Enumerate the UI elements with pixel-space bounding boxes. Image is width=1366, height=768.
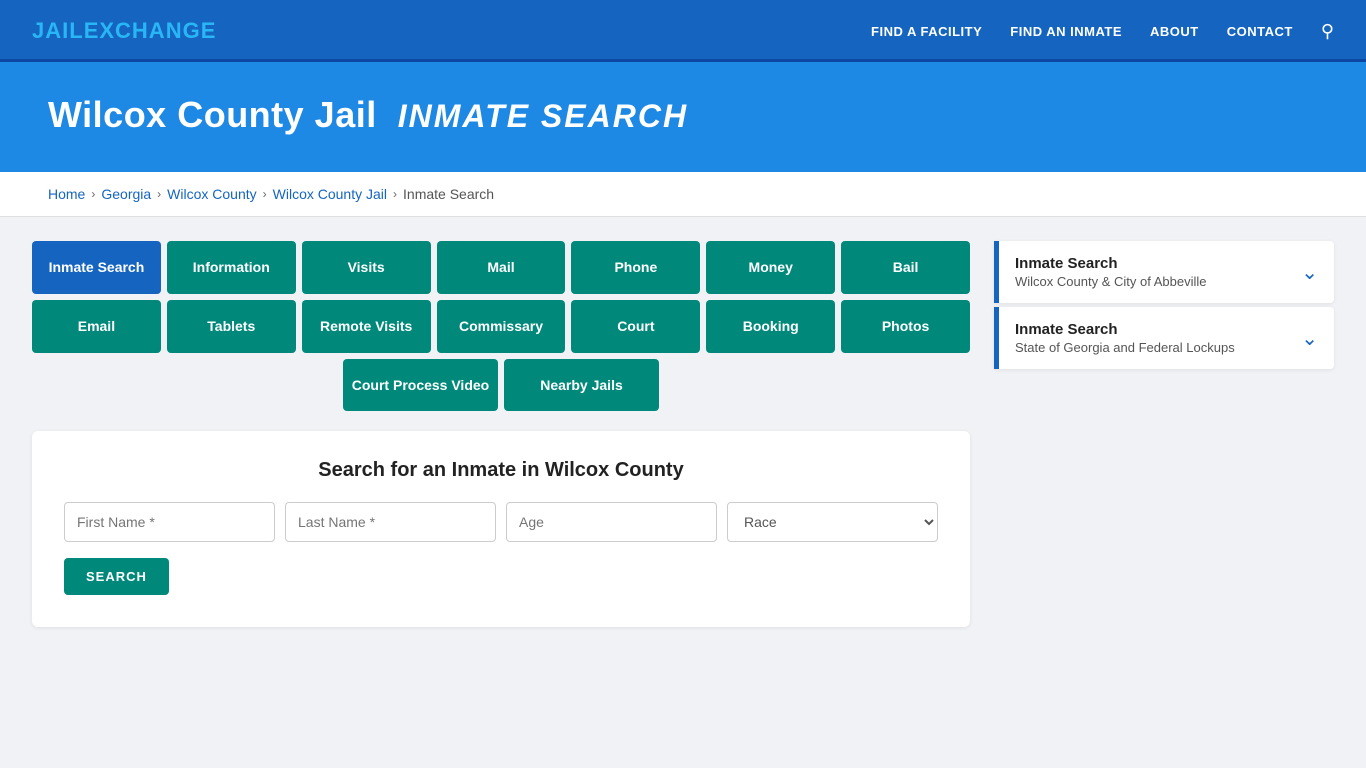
breadcrumb-georgia[interactable]: Georgia [101,186,151,202]
contact-link[interactable]: CONTACT [1227,24,1293,39]
search-icon[interactable]: ⚲ [1321,21,1334,42]
tab-email[interactable]: Email [32,300,161,353]
breadcrumb: Home › Georgia › Wilcox County › Wilcox … [0,172,1366,217]
tab-commissary[interactable]: Commissary [437,300,566,353]
search-button[interactable]: SEARCH [64,558,169,595]
search-form-title: Search for an Inmate in Wilcox County [64,459,938,482]
tab-booking[interactable]: Booking [706,300,835,353]
tab-court[interactable]: Court [571,300,700,353]
first-name-input[interactable] [64,502,275,542]
sep-4: › [393,187,397,201]
breadcrumb-wilcox-county[interactable]: Wilcox County [167,186,256,202]
find-inmate-link[interactable]: FIND AN INMATE [1010,24,1122,39]
breadcrumb-wilcox-jail[interactable]: Wilcox County Jail [273,186,387,202]
tab-photos[interactable]: Photos [841,300,970,353]
navbar: JAILEXCHANGE FIND A FACILITY FIND AN INM… [0,0,1366,62]
sep-1: › [91,187,95,201]
chevron-down-icon: ⌄ [1301,260,1318,285]
sidebar-card-georgia-title: Inmate Search [1015,321,1235,338]
age-input[interactable] [506,502,717,542]
search-form: Search for an Inmate in Wilcox County Ra… [32,431,970,627]
tab-inmate-search[interactable]: Inmate Search [32,241,161,294]
sep-2: › [157,187,161,201]
chevron-down-icon-2: ⌄ [1301,326,1318,351]
tab-visits[interactable]: Visits [302,241,431,294]
tab-tablets[interactable]: Tablets [167,300,296,353]
sidebar-card-georgia[interactable]: Inmate Search State of Georgia and Feder… [994,307,1334,369]
left-panel: Inmate Search Information Visits Mail Ph… [32,241,970,627]
last-name-input[interactable] [285,502,496,542]
find-facility-link[interactable]: FIND A FACILITY [871,24,982,39]
tab-bail[interactable]: Bail [841,241,970,294]
breadcrumb-current: Inmate Search [403,186,494,202]
tab-information[interactable]: Information [167,241,296,294]
brand-part2: EXCHANGE [84,18,217,43]
sidebar-card-georgia-sub: State of Georgia and Federal Lockups [1015,340,1235,355]
tab-court-process-video[interactable]: Court Process Video [343,359,498,412]
hero-subtitle: INMATE SEARCH [398,98,688,134]
tab-money[interactable]: Money [706,241,835,294]
nav-links: FIND A FACILITY FIND AN INMATE ABOUT CON… [871,21,1334,42]
sidebar-card-wilcox-sub: Wilcox County & City of Abbeville [1015,274,1206,289]
hero-title: Wilcox County Jail [48,94,377,135]
page-title: Wilcox County Jail INMATE SEARCH [48,94,1318,136]
search-fields: Race White Black Hispanic Asian Other [64,502,938,542]
brand-logo[interactable]: JAILEXCHANGE [32,18,216,44]
tabs-row1: Inmate Search Information Visits Mail Ph… [32,241,970,294]
tabs-row2: Email Tablets Remote Visits Commissary C… [32,300,970,353]
about-link[interactable]: ABOUT [1150,24,1199,39]
right-panel: Inmate Search Wilcox County & City of Ab… [994,241,1334,627]
race-select[interactable]: Race White Black Hispanic Asian Other [727,502,938,542]
breadcrumb-home[interactable]: Home [48,186,85,202]
sep-3: › [263,187,267,201]
brand-part1: JAIL [32,18,84,43]
sidebar-card-georgia-text: Inmate Search State of Georgia and Feder… [1015,321,1235,355]
sidebar-card-wilcox-text: Inmate Search Wilcox County & City of Ab… [1015,255,1206,289]
tabs-row3: Court Process Video Nearby Jails [32,359,970,412]
tab-remote-visits[interactable]: Remote Visits [302,300,431,353]
main-content: Inmate Search Information Visits Mail Ph… [0,217,1366,651]
sidebar-card-wilcox[interactable]: Inmate Search Wilcox County & City of Ab… [994,241,1334,303]
tab-phone[interactable]: Phone [571,241,700,294]
hero-section: Wilcox County Jail INMATE SEARCH [0,62,1366,172]
tab-nearby-jails[interactable]: Nearby Jails [504,359,659,412]
tab-mail[interactable]: Mail [437,241,566,294]
sidebar-card-wilcox-title: Inmate Search [1015,255,1206,272]
